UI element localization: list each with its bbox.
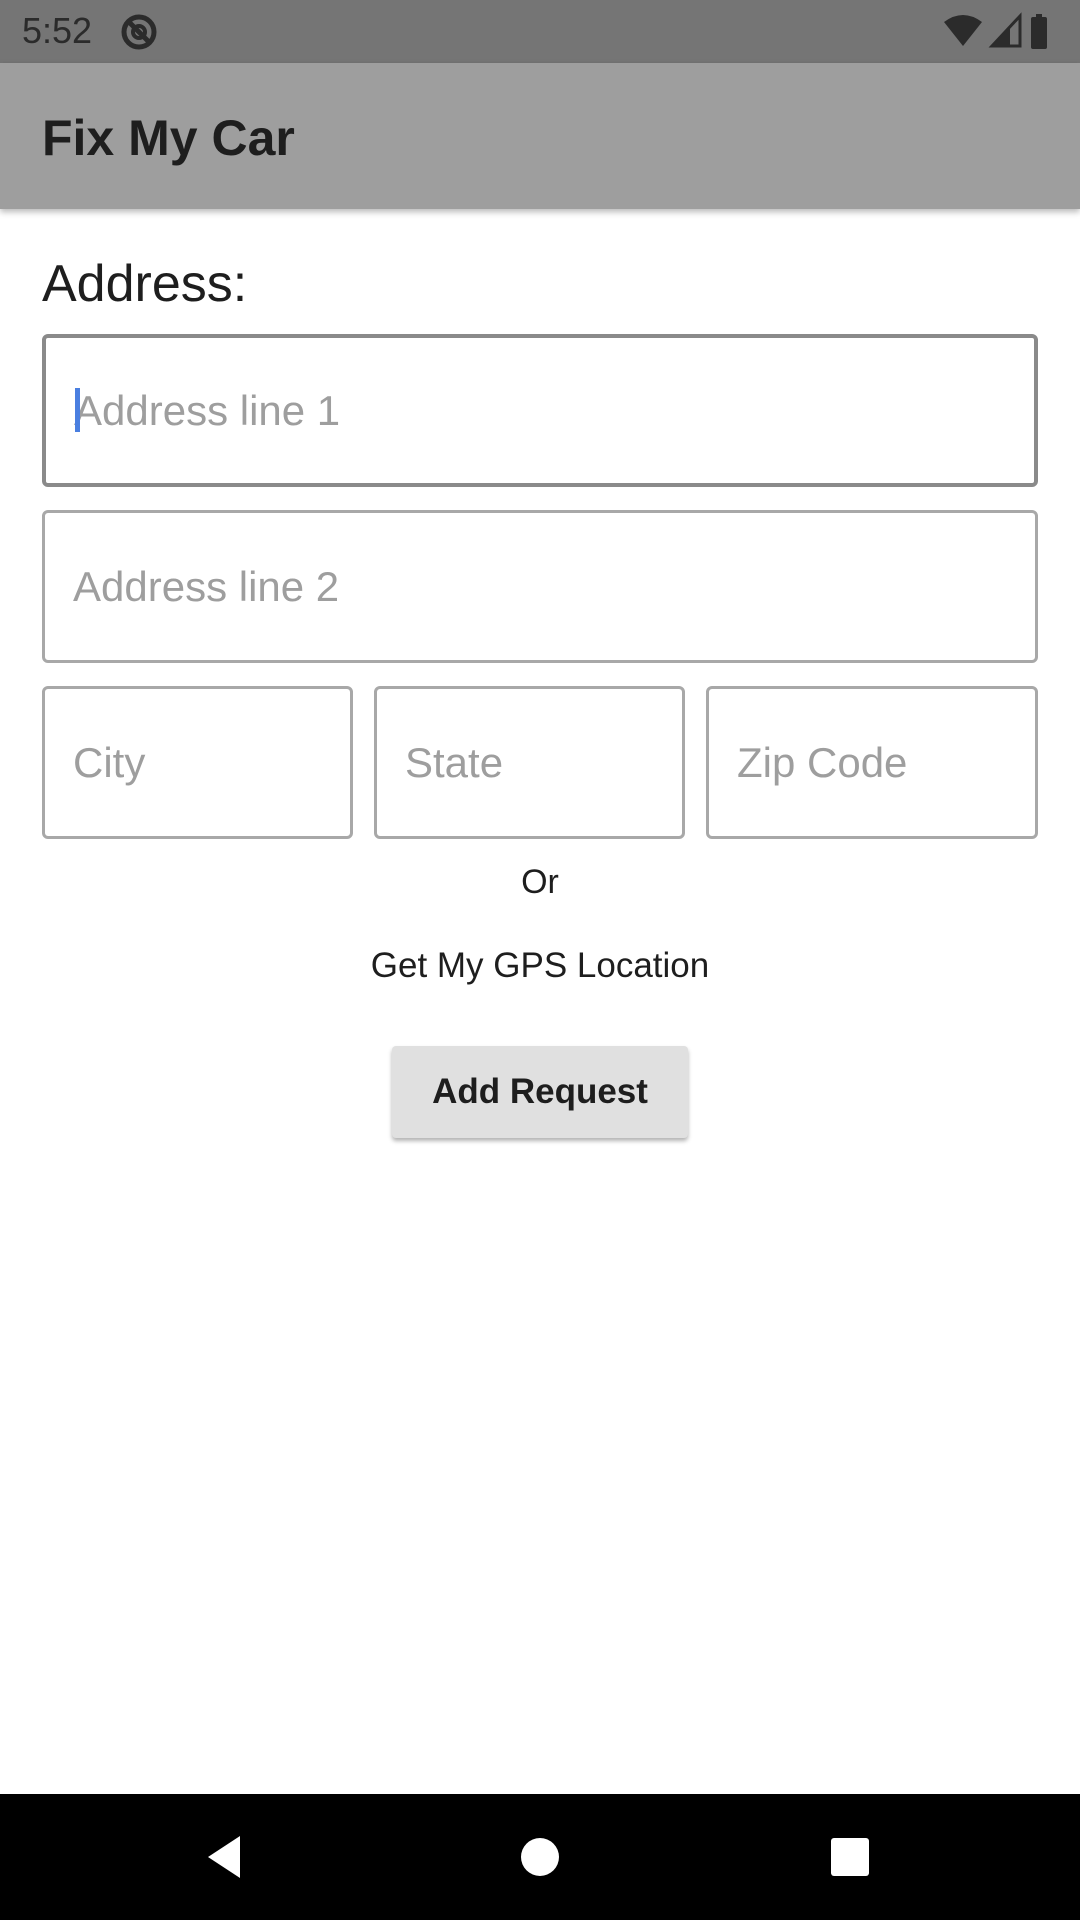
cell-signal-icon	[988, 12, 1022, 48]
zip-code-field[interactable]	[706, 686, 1038, 839]
text-caret	[75, 388, 80, 432]
city-input[interactable]	[73, 689, 336, 836]
back-button[interactable]	[190, 1822, 260, 1892]
recents-square-icon	[831, 1838, 869, 1876]
at-sign-icon	[120, 13, 158, 51]
add-request-button[interactable]: Add Request	[392, 1046, 688, 1138]
home-circle-icon	[521, 1838, 559, 1876]
city-field[interactable]	[42, 686, 353, 839]
address-line2-field[interactable]	[42, 510, 1038, 663]
home-button[interactable]	[505, 1822, 575, 1892]
address-line2-input[interactable]	[73, 513, 1021, 660]
status-time: 5:52	[22, 10, 93, 51]
state-field[interactable]	[374, 686, 685, 839]
app-bar: Fix My Car	[0, 63, 1080, 209]
or-separator: Or	[521, 863, 559, 901]
address-line1-input[interactable]	[74, 338, 1020, 483]
recents-button[interactable]	[815, 1822, 885, 1892]
state-input[interactable]	[405, 689, 668, 836]
battery-icon	[1031, 14, 1047, 49]
address-label: Address:	[42, 255, 248, 313]
back-triangle-icon	[208, 1836, 240, 1878]
status-bar: 5:52	[0, 0, 1080, 63]
address-line1-field[interactable]	[42, 334, 1038, 487]
get-gps-location-link[interactable]: Get My GPS Location	[340, 944, 740, 988]
zip-code-input[interactable]	[737, 689, 1021, 836]
status-icons	[942, 12, 1062, 52]
system-nav-bar	[0, 1794, 1080, 1920]
wifi-icon	[944, 15, 982, 46]
app-title: Fix My Car	[42, 110, 295, 166]
